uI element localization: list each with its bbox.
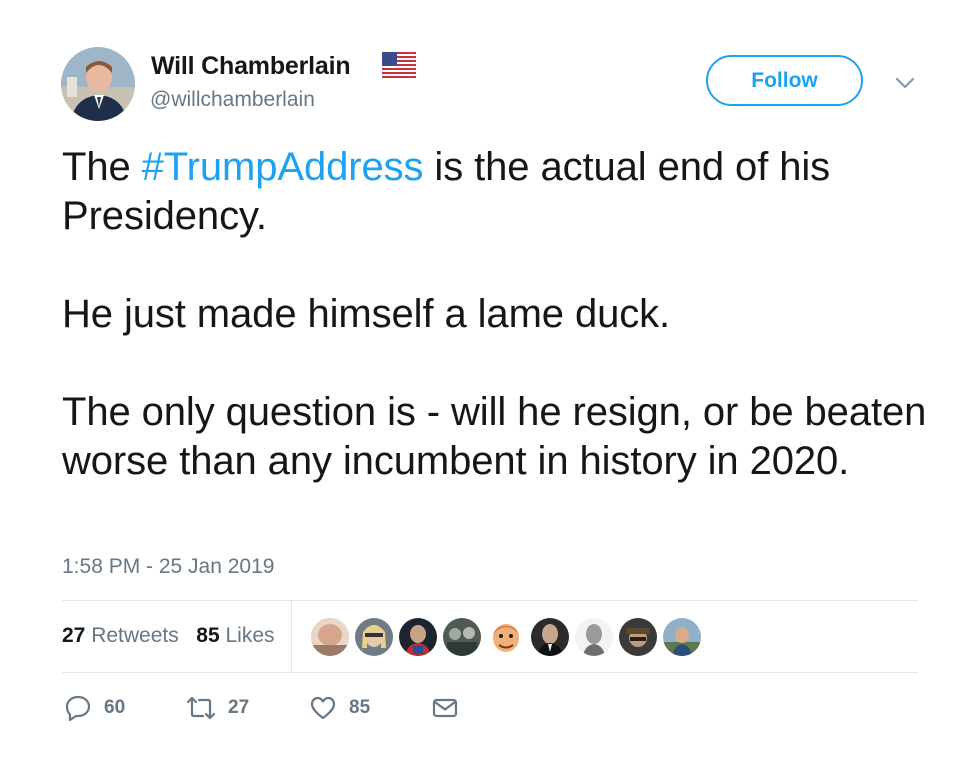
retweet-count: 27 bbox=[228, 697, 250, 718]
retweets-stat[interactable]: 27 Retweets bbox=[62, 624, 179, 647]
divider bbox=[62, 672, 918, 673]
chevron-down-icon[interactable] bbox=[893, 74, 917, 92]
liker-avatar[interactable] bbox=[442, 617, 482, 657]
retweets-count: 27 bbox=[62, 624, 86, 647]
author-handle[interactable]: @willchamberlain bbox=[150, 88, 315, 112]
hashtag-link[interactable]: #TrumpAddress bbox=[142, 145, 424, 189]
liker-avatar[interactable] bbox=[662, 617, 702, 657]
tweet-paragraph-3: The only question is - will he resign, o… bbox=[62, 390, 927, 483]
liker-avatar[interactable] bbox=[574, 617, 614, 657]
tweet-card: Will Chamberlain @willchamberlain Follow… bbox=[0, 0, 980, 769]
divider bbox=[62, 600, 918, 601]
liker-avatar[interactable] bbox=[310, 617, 350, 657]
liker-avatar[interactable] bbox=[354, 617, 394, 657]
like-button[interactable]: 85 bbox=[309, 694, 370, 722]
tweet-stats: 27 Retweets 85 Likes bbox=[62, 624, 275, 648]
liker-avatar[interactable] bbox=[618, 617, 658, 657]
tweet-paragraph-1: The #TrumpAddress is the actual end of h… bbox=[62, 143, 942, 241]
text-segment: The bbox=[62, 145, 142, 189]
likes-stat[interactable]: 85 Likes bbox=[196, 624, 274, 647]
follow-button[interactable]: Follow bbox=[706, 55, 863, 106]
retweets-label: Retweets bbox=[91, 624, 179, 647]
retweet-icon bbox=[186, 696, 216, 720]
us-flag-icon bbox=[381, 51, 417, 79]
tweet-text: The #TrumpAddress is the actual end of h… bbox=[62, 143, 942, 486]
stats-separator bbox=[291, 601, 292, 672]
retweet-button[interactable]: 27 bbox=[186, 694, 249, 722]
likes-label: Likes bbox=[225, 624, 275, 647]
author-avatar[interactable] bbox=[61, 47, 135, 121]
likes-count: 85 bbox=[196, 624, 220, 647]
heart-icon bbox=[310, 696, 336, 720]
envelope-icon bbox=[432, 698, 458, 718]
liker-avatar[interactable] bbox=[530, 617, 570, 657]
tweet-paragraph-2: He just made himself a lame duck. bbox=[62, 292, 671, 336]
reply-button[interactable]: 60 bbox=[64, 694, 125, 722]
reply-icon bbox=[65, 695, 91, 722]
liker-avatar[interactable] bbox=[486, 617, 526, 657]
liker-avatar[interactable] bbox=[398, 617, 438, 657]
reply-count: 60 bbox=[104, 697, 126, 718]
tweet-timestamp[interactable]: 1:58 PM - 25 Jan 2019 bbox=[62, 555, 274, 579]
like-count: 85 bbox=[349, 697, 371, 718]
author-name[interactable]: Will Chamberlain bbox=[151, 52, 351, 81]
direct-message-button[interactable] bbox=[431, 694, 459, 722]
